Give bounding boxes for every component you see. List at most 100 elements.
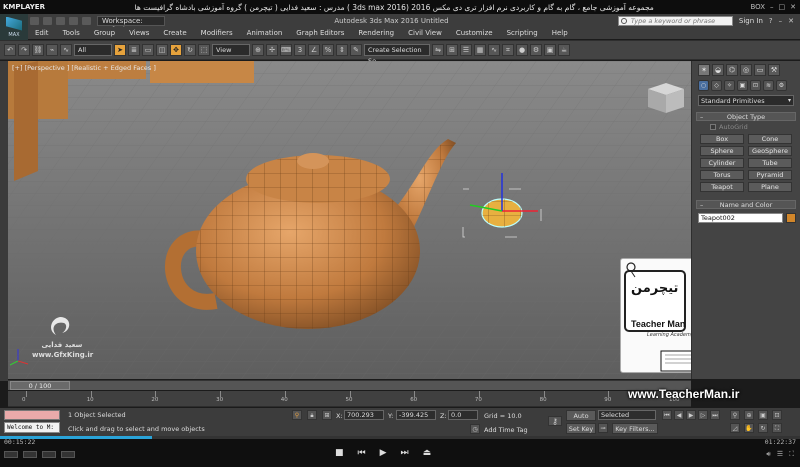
transform-mode-icon[interactable]: ⊞ <box>322 410 332 420</box>
spinner-snap-icon[interactable]: ⇕ <box>336 44 348 56</box>
unlink-icon[interactable]: ⌁ <box>46 44 58 56</box>
sphere-button[interactable]: Sphere <box>700 146 744 156</box>
geosphere-button[interactable]: GeoSphere <box>748 146 792 156</box>
play-icon[interactable]: ▶ <box>380 448 387 458</box>
go-to-end-icon[interactable]: ⏭ <box>710 410 720 420</box>
lights-category-icon[interactable]: ✧ <box>724 80 735 91</box>
named-selection-dropdown[interactable]: Create Selection Se <box>364 44 430 65</box>
search-input[interactable]: Type a keyword or phrase <box>617 15 733 26</box>
systems-category-icon[interactable]: ⚙ <box>776 80 787 91</box>
motion-tab-icon[interactable]: ◎ <box>740 64 752 76</box>
rect-selection-icon[interactable]: ▭ <box>142 44 154 56</box>
menu-item-tools[interactable]: Tools <box>56 29 87 37</box>
layer-manager-icon[interactable]: ☰ <box>460 44 472 56</box>
modify-tab-icon[interactable]: ◒ <box>712 64 724 76</box>
select-manipulate-icon[interactable]: ✢ <box>266 44 278 56</box>
key-mode-dropdown[interactable]: Selected <box>598 410 656 420</box>
add-time-tag-button[interactable]: Add Time Tag <box>484 426 528 434</box>
new-file-icon[interactable] <box>30 16 39 25</box>
create-tab-icon[interactable]: ✶ <box>698 64 710 76</box>
redo-icon[interactable] <box>82 16 91 25</box>
maximize-icon[interactable]: □ <box>779 3 786 11</box>
autogrid-checkbox[interactable]: AutoGrid <box>710 123 800 131</box>
x-coordinate-field[interactable]: 700.293 <box>344 410 384 420</box>
viewcube[interactable] <box>648 83 684 113</box>
shapes-category-icon[interactable]: ◇ <box>711 80 722 91</box>
menu-item-edit[interactable]: Edit <box>28 29 56 37</box>
schematic-view-icon[interactable]: ⌗ <box>502 44 514 56</box>
close-icon[interactable]: ✕ <box>790 3 796 11</box>
teapot-button[interactable]: Teapot <box>700 182 744 192</box>
volume-icon[interactable]: 🔊︎ <box>766 450 770 459</box>
menu-item-group[interactable]: Group <box>87 29 122 37</box>
object-type-rollout[interactable]: – Object Type <box>696 112 796 121</box>
utilities-tab-icon[interactable]: ⚒ <box>768 64 780 76</box>
next-frame-icon[interactable]: ▷ <box>698 410 708 420</box>
menu-item-rendering[interactable]: Rendering <box>351 29 401 37</box>
time-slider[interactable]: 0 / 100 <box>8 380 691 390</box>
window-minimize-icon[interactable]: – <box>779 17 783 25</box>
zoom-all-icon[interactable]: ⊕ <box>744 410 754 420</box>
cylinder-button[interactable]: Cylinder <box>700 158 744 168</box>
primitive-type-dropdown[interactable]: Standard Primitives ▾ <box>698 95 794 106</box>
scale-icon[interactable]: ⬚ <box>198 44 210 56</box>
isolate-selection-icon[interactable]: ⚲ <box>292 410 302 420</box>
display-tab-icon[interactable]: ▭ <box>754 64 766 76</box>
stop-icon[interactable]: ■ <box>335 448 344 458</box>
menu-item-views[interactable]: Views <box>122 29 156 37</box>
render-production-icon[interactable]: ☕ <box>558 44 570 56</box>
helpers-category-icon[interactable]: ⊡ <box>750 80 761 91</box>
bind-space-warp-icon[interactable]: ∿ <box>60 44 72 56</box>
menu-item-customize[interactable]: Customize <box>449 29 500 37</box>
keyboard-shortcut-icon[interactable]: ⌨ <box>280 44 292 56</box>
open-file-icon[interactable] <box>43 16 52 25</box>
percent-snap-icon[interactable]: % <box>322 44 334 56</box>
play-animation-icon[interactable]: ▶ <box>686 410 696 420</box>
spacewarps-category-icon[interactable]: ≋ <box>763 80 774 91</box>
curve-editor-icon[interactable]: ∿ <box>488 44 500 56</box>
render-setup-icon[interactable]: ⚙ <box>530 44 542 56</box>
angle-snap-icon[interactable]: ∠ <box>308 44 320 56</box>
window-close-icon[interactable]: ✕ <box>788 17 794 25</box>
edit-named-selection-icon[interactable]: ✎ <box>350 44 362 56</box>
rendered-frame-icon[interactable]: ▣ <box>544 44 556 56</box>
rotate-icon[interactable]: ↻ <box>184 44 196 56</box>
minimize-icon[interactable]: – <box>770 3 774 11</box>
time-tag-icon[interactable]: ◷ <box>470 424 480 434</box>
player-mode-button[interactable] <box>4 451 18 458</box>
app-menu-button[interactable]: MAX <box>0 14 28 40</box>
plane-button[interactable]: Plane <box>748 182 792 192</box>
fov-icon[interactable]: ◿ <box>730 423 740 433</box>
playback-progress-bar[interactable] <box>0 436 800 439</box>
undo-button[interactable]: ↶ <box>4 44 16 56</box>
player-vr-button[interactable] <box>42 451 56 458</box>
name-and-color-rollout[interactable]: – Name and Color <box>696 200 796 209</box>
reference-coordinate-dropdown[interactable]: View <box>212 44 250 56</box>
help-icon[interactable]: ? <box>769 17 773 25</box>
tube-button[interactable]: Tube <box>748 158 792 168</box>
maxscript-listener-mini[interactable] <box>4 410 60 420</box>
orbit-icon[interactable]: ↻ <box>758 423 768 433</box>
window-crossing-icon[interactable]: ◫ <box>156 44 168 56</box>
menu-item-civil-view[interactable]: Civil View <box>401 29 449 37</box>
previous-frame-icon[interactable]: ◀ <box>674 410 684 420</box>
hierarchy-tab-icon[interactable]: ⌬ <box>726 64 738 76</box>
z-coordinate-field[interactable]: 0.0 <box>448 410 478 420</box>
box-button[interactable]: Box <box>700 134 744 144</box>
menu-item-create[interactable]: Create <box>156 29 193 37</box>
mirror-icon[interactable]: ⇋ <box>432 44 444 56</box>
set-key-button[interactable]: Set Key <box>566 423 596 434</box>
time-slider-thumb[interactable]: 0 / 100 <box>10 381 70 390</box>
zoom-region-icon[interactable]: ⊡ <box>772 410 782 420</box>
zoom-extents-icon[interactable]: ▣ <box>758 410 768 420</box>
material-editor-icon[interactable]: ● <box>516 44 528 56</box>
link-icon[interactable]: ⛓ <box>32 44 44 56</box>
key-icon[interactable]: ⚷ <box>548 416 562 426</box>
menu-item-graph-editors[interactable]: Graph Editors <box>289 29 351 37</box>
y-coordinate-field[interactable]: -399.425 <box>396 410 436 420</box>
cone-button[interactable]: Cone <box>748 134 792 144</box>
selection-lock-icon[interactable]: 🔒︎ <box>307 410 317 420</box>
workspace-dropdown[interactable]: Workspace: Default <box>97 15 165 34</box>
pyramid-button[interactable]: Pyramid <box>748 170 792 180</box>
pan-view-icon[interactable]: ✋ <box>744 423 754 433</box>
